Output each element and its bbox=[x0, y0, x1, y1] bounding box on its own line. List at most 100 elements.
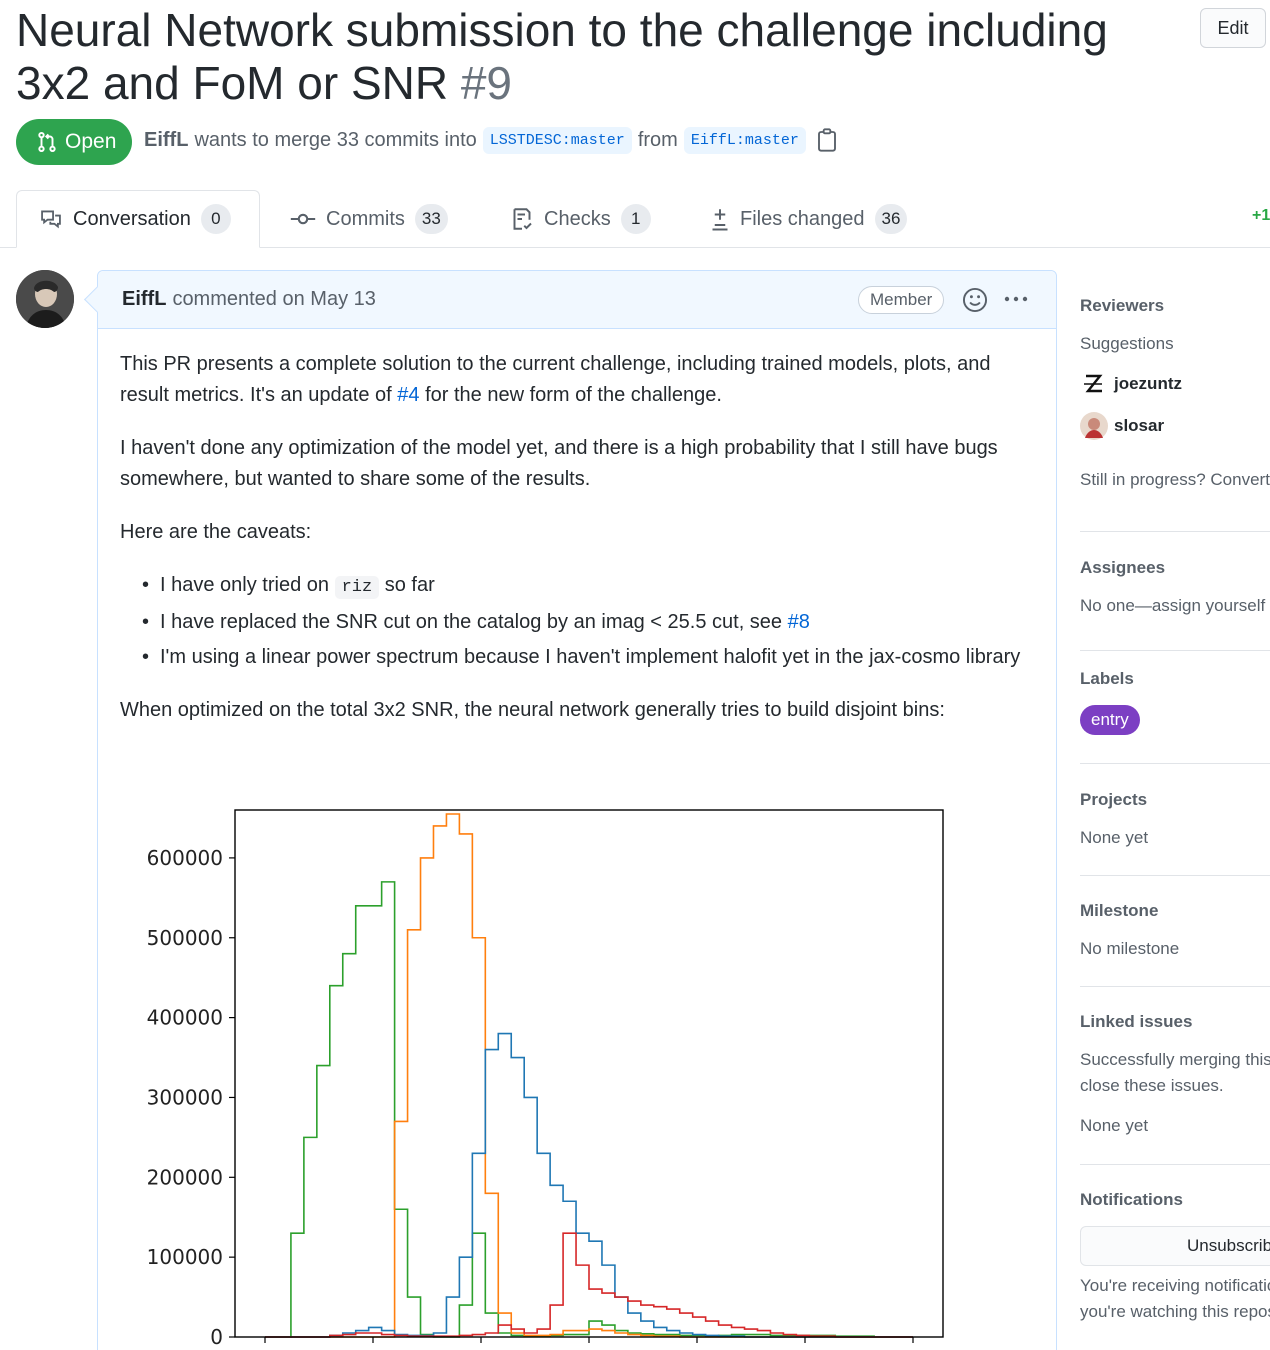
pr-meta: EiffL wants to merge 33 commits into LSS… bbox=[144, 124, 838, 156]
histogram-series-1 bbox=[265, 813, 913, 1338]
assignees-heading[interactable]: Assignees bbox=[1080, 558, 1270, 578]
projects-section: Projects None yet bbox=[1080, 790, 1270, 848]
pull-request-icon bbox=[38, 131, 56, 153]
divider bbox=[1080, 1164, 1270, 1165]
paragraph: When optimized on the total 3x2 SNR, the… bbox=[120, 699, 945, 721]
kebab-menu-icon[interactable] bbox=[1002, 285, 1030, 313]
comment-body: This PR presents a complete solution to … bbox=[120, 349, 1040, 748]
plot-frame bbox=[234, 809, 944, 1338]
pr-author-link[interactable]: EiffL bbox=[144, 129, 188, 152]
suggestions-label: Suggestions bbox=[1080, 334, 1174, 353]
reviewers-heading[interactable]: Reviewers bbox=[1080, 296, 1270, 316]
linked-issues-value: None yet bbox=[1080, 1116, 1149, 1135]
linked-issues-section: Linked issues Successfully merging this … bbox=[1080, 1012, 1270, 1136]
avatar bbox=[1080, 370, 1108, 398]
reviewer-name: joezuntz bbox=[1114, 374, 1182, 393]
paragraph: I haven't done any optimization of the m… bbox=[120, 437, 998, 490]
y-tick-label: 0 bbox=[210, 1325, 223, 1349]
tab-files-changed[interactable]: Files changed 36 bbox=[710, 190, 908, 248]
labels-section: Labels entry bbox=[1080, 669, 1270, 735]
unsubscribe-button[interactable]: Unsubscribe bbox=[1080, 1226, 1270, 1266]
list-item: I'm using a linear power spectrum becaus… bbox=[120, 642, 1040, 673]
label-badge[interactable]: entry bbox=[1080, 705, 1140, 735]
inline-code: riz bbox=[334, 576, 380, 599]
head-branch[interactable]: EiffL:master bbox=[683, 126, 806, 154]
pr-tabs: Conversation 0 Commits 33 Checks 1 Files… bbox=[0, 190, 1270, 248]
paragraph: This PR presents a complete solution to … bbox=[120, 349, 1040, 411]
linked-issues-text: Successfully merging this pull request m… bbox=[1080, 1050, 1270, 1069]
tab-counter: 1 bbox=[620, 204, 651, 234]
histogram-series-2 bbox=[265, 1032, 913, 1338]
projects-heading[interactable]: Projects bbox=[1080, 790, 1270, 810]
list-item-text: I have only tried on bbox=[160, 574, 335, 596]
notifications-section: Notifications Unsubscribe You're receivi… bbox=[1080, 1190, 1270, 1322]
list-item-text: I'm using a linear power spectrum becaus… bbox=[160, 646, 1021, 668]
milestone-heading[interactable]: Milestone bbox=[1080, 901, 1270, 921]
tab-label: Commits bbox=[326, 207, 405, 230]
divider bbox=[1080, 875, 1270, 876]
reviewer-item[interactable]: slosar bbox=[1080, 412, 1270, 440]
emoji-reaction-icon[interactable] bbox=[962, 287, 988, 313]
divider bbox=[1080, 986, 1270, 987]
labels-heading[interactable]: Labels bbox=[1080, 669, 1270, 689]
histogram-chart: 0 100000 200000 300000 400000 500000 600000 bbox=[147, 809, 944, 1349]
convert-to-draft-link[interactable]: Still in progress? Convert to draft bbox=[1080, 470, 1270, 490]
y-tick-label: 300000 bbox=[147, 1085, 223, 1109]
tab-checks[interactable]: Checks 1 bbox=[510, 190, 651, 248]
comment-header: EiffL commented on May 13 Member bbox=[98, 271, 1056, 329]
base-branch[interactable]: LSSTDESC:master bbox=[482, 126, 632, 154]
list-item-text: I have replaced the SNR cut on the catal… bbox=[160, 611, 788, 633]
paragraph: Here are the caveats: bbox=[120, 521, 312, 543]
list-item-text: so far bbox=[379, 574, 435, 596]
issue-link[interactable]: #8 bbox=[788, 611, 810, 633]
milestone-value: No milestone bbox=[1080, 939, 1180, 958]
comment-author[interactable]: EiffL bbox=[122, 288, 166, 311]
reviewer-item[interactable]: joezuntz bbox=[1080, 370, 1270, 398]
member-badge: Member bbox=[858, 286, 945, 314]
y-tick-label: 400000 bbox=[147, 1006, 223, 1030]
projects-value: None yet bbox=[1080, 828, 1149, 847]
assignees-value[interactable]: No one—assign yourself bbox=[1080, 596, 1270, 616]
linked-issues-text: close these issues. bbox=[1080, 1076, 1224, 1095]
unsubscribe-label: Unsubscribe bbox=[1187, 1236, 1270, 1255]
pr-number: #9 bbox=[460, 57, 513, 109]
tab-commits[interactable]: Commits 33 bbox=[290, 190, 448, 248]
divider bbox=[1080, 763, 1270, 764]
y-tick-label: 500000 bbox=[147, 926, 223, 950]
comment-meta[interactable]: commented on May 13 bbox=[172, 288, 375, 311]
caveat-list: I have only tried on riz so far I have r… bbox=[120, 570, 1040, 673]
tab-label: Checks bbox=[544, 207, 611, 230]
list-item: I have replaced the SNR cut on the catal… bbox=[120, 607, 1040, 638]
pr-from-text: from bbox=[637, 128, 678, 151]
diff-stat: +1 bbox=[1252, 207, 1270, 224]
avatar[interactable] bbox=[16, 270, 74, 328]
tab-counter: 0 bbox=[200, 204, 231, 234]
linked-issues-heading[interactable]: Linked issues bbox=[1080, 1012, 1270, 1032]
clipboard-icon[interactable] bbox=[816, 128, 838, 152]
avatar bbox=[1080, 412, 1108, 440]
edit-button[interactable]: Edit bbox=[1200, 8, 1266, 48]
issue-link[interactable]: #4 bbox=[397, 384, 419, 406]
pr-state-badge: Open bbox=[16, 119, 132, 165]
y-tick-label: 600000 bbox=[147, 846, 223, 870]
pr-title: Neural Network submission to the challen… bbox=[16, 4, 1166, 110]
milestone-section: Milestone No milestone bbox=[1080, 901, 1270, 959]
notifications-heading: Notifications bbox=[1080, 1190, 1183, 1209]
tab-conversation[interactable]: Conversation 0 bbox=[16, 190, 260, 248]
reviewer-name: slosar bbox=[1114, 416, 1165, 435]
divider bbox=[1080, 650, 1270, 651]
checklist-icon bbox=[513, 208, 532, 230]
y-tick-label: 200000 bbox=[147, 1165, 223, 1189]
reviewers-section: Reviewers Suggestions joezuntz slosar St… bbox=[1080, 296, 1270, 490]
notifications-text: You're receiving notifications because bbox=[1080, 1276, 1270, 1295]
tab-label: Files changed bbox=[740, 207, 865, 230]
tab-counter: 36 bbox=[874, 204, 908, 234]
pr-title-text: Neural Network submission to the challen… bbox=[16, 4, 1108, 109]
git-commit-icon bbox=[290, 213, 316, 225]
notifications-text: you're watching this repository. bbox=[1080, 1302, 1270, 1321]
paragraph-text: for the new form of the challenge. bbox=[419, 384, 722, 406]
list-item: I have only tried on riz so far bbox=[120, 570, 1040, 603]
tab-label: Conversation bbox=[73, 207, 191, 230]
file-diff-icon bbox=[712, 209, 728, 231]
tab-counter: 33 bbox=[414, 204, 448, 234]
